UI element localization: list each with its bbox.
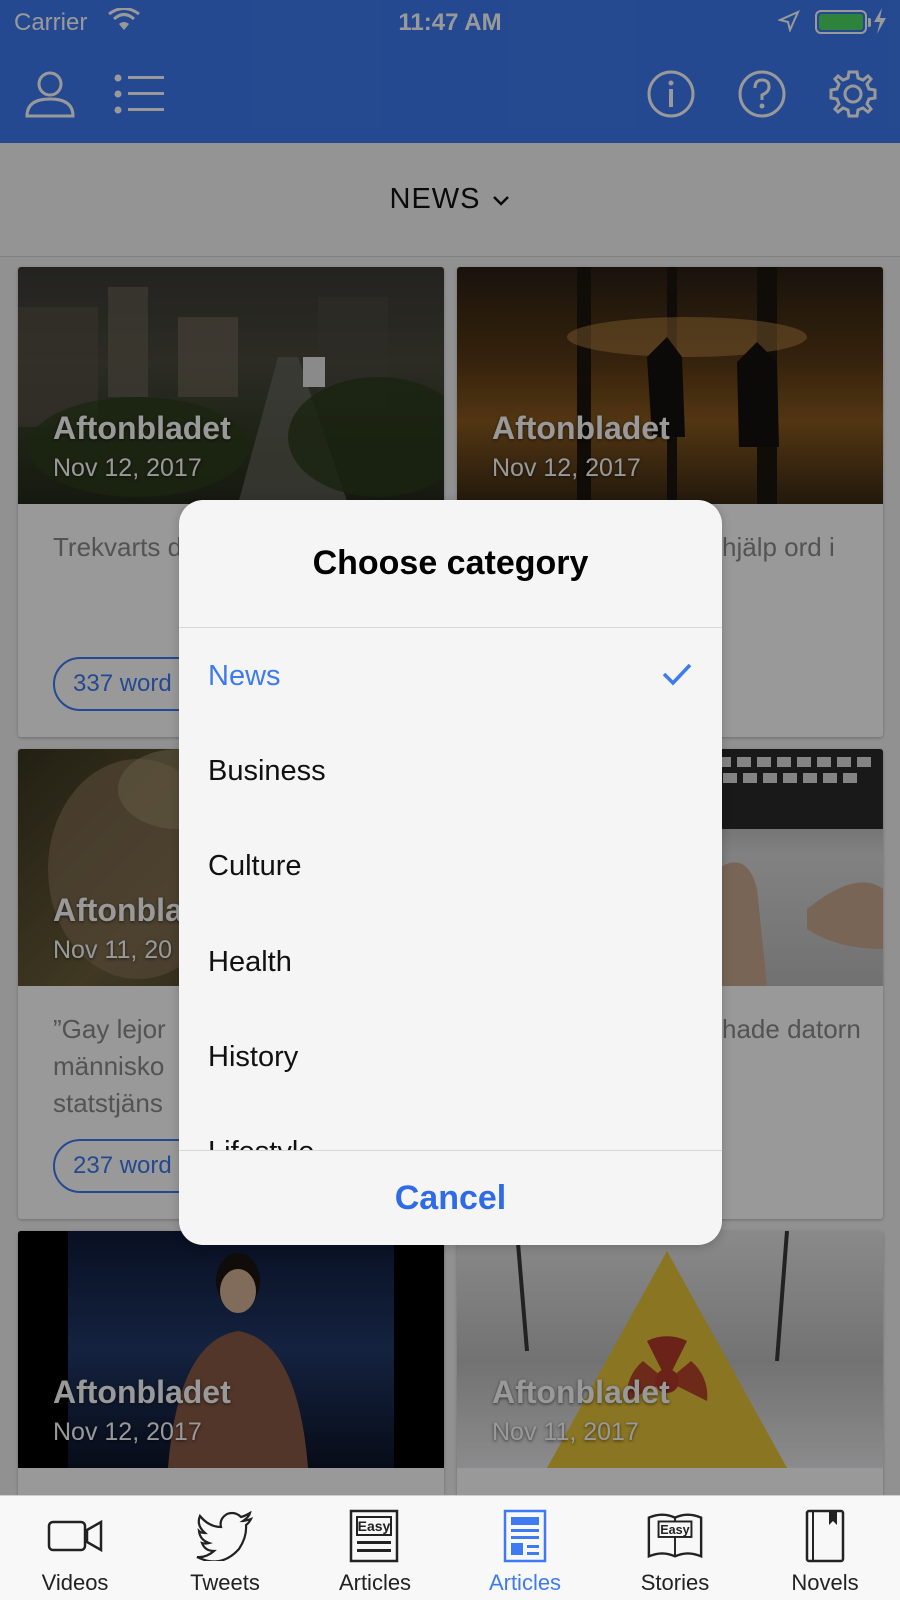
twitter-icon [195,1508,255,1564]
category-option-history[interactable]: History [208,1041,298,1074]
tab-videos[interactable]: Videos [0,1496,150,1600]
dialog-title: Choose category [312,544,589,582]
easy-articles-icon: Easy [345,1508,405,1564]
option-label: Lifestyle [208,1136,314,1150]
tab-label: Tweets [190,1570,260,1595]
category-option-news[interactable]: News [208,660,694,693]
category-list[interactable]: News Business Culture Health History Lif… [179,628,722,1150]
category-option-business[interactable]: Business [208,755,326,788]
newspaper-icon [495,1508,555,1564]
svg-text:Easy: Easy [660,1523,689,1537]
tab-bar: Videos Tweets Easy Articles Articles Eas… [0,1495,900,1600]
modal-backdrop-top[interactable] [0,0,900,143]
tab-articles[interactable]: Articles [450,1496,600,1600]
tab-label: Articles [488,1570,562,1595]
category-option-lifestyle[interactable]: Lifestyle [208,1136,314,1150]
checkmark-icon [662,662,692,691]
video-icon [45,1508,105,1564]
easy-stories-icon: Easy [645,1508,705,1564]
option-label: History [208,1041,299,1073]
option-label: Health [208,946,292,978]
tab-easy-articles[interactable]: Easy Articles [300,1496,450,1600]
option-label: Business [208,755,326,787]
tab-tweets[interactable]: Tweets [150,1496,300,1600]
tab-novels[interactable]: Novels [750,1496,900,1600]
tab-label: Articles [338,1570,412,1595]
option-label: Culture [208,850,302,882]
book-icon [795,1508,855,1564]
svg-text:Easy: Easy [358,1518,391,1534]
tab-stories[interactable]: Easy Stories [600,1496,750,1600]
category-option-health[interactable]: Health [208,946,292,979]
option-label: News [208,660,281,692]
choose-category-dialog: Choose category News Business Culture He… [179,500,722,1245]
tab-label: Novels [791,1570,859,1595]
cancel-button[interactable]: Cancel [179,1151,722,1245]
tab-label: Stories [640,1570,710,1595]
tab-label: Videos [41,1570,109,1595]
category-option-culture[interactable]: Culture [208,850,302,883]
